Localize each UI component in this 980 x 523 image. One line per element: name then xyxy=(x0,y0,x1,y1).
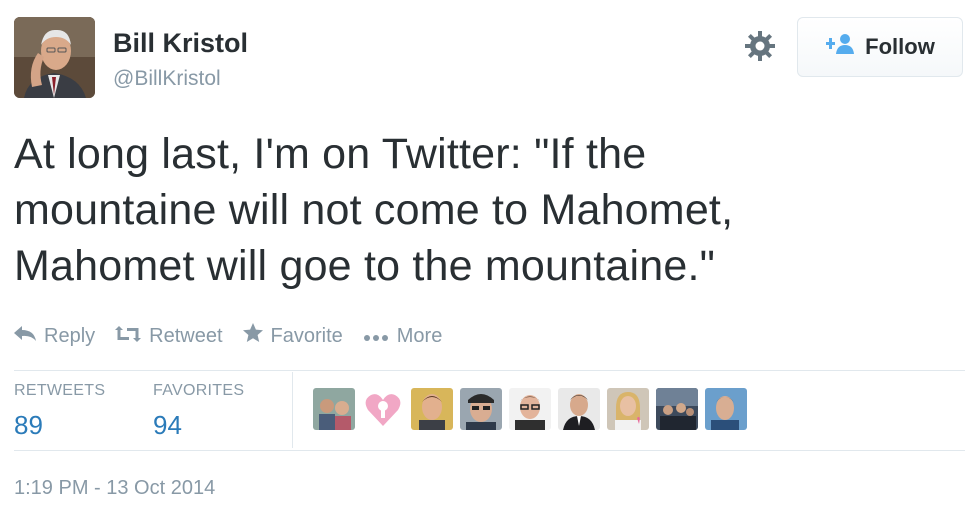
reply-icon xyxy=(14,325,36,348)
retweets-stat[interactable]: RETWEETS 89 xyxy=(14,382,105,441)
follow-person-icon xyxy=(825,33,855,61)
more-dots-icon xyxy=(363,325,389,348)
user-display-name[interactable]: Bill Kristol xyxy=(113,28,248,59)
favorites-label: FAVORITES xyxy=(153,382,245,399)
more-button[interactable]: More xyxy=(363,324,443,348)
user-handle[interactable]: @BillKristol xyxy=(113,67,221,91)
retweet-label: Retweet xyxy=(149,324,223,347)
favorite-star-icon xyxy=(242,323,263,349)
favoriters-avatars xyxy=(313,388,747,430)
stats-divider xyxy=(292,372,293,448)
tweet-text-line: mountaine will not come to Mahomet, xyxy=(14,186,734,234)
favoriter-avatar[interactable] xyxy=(558,388,600,430)
tweet-actions: Reply Retweet Favorite More xyxy=(14,323,462,349)
favoriter-avatar[interactable] xyxy=(705,388,747,430)
favorites-stat[interactable]: FAVORITES 94 xyxy=(153,382,244,441)
retweets-count[interactable]: 89 xyxy=(14,410,105,441)
favoriter-avatar[interactable] xyxy=(313,388,355,430)
retweet-button[interactable]: Retweet xyxy=(115,324,223,348)
favorite-button[interactable]: Favorite xyxy=(242,323,343,349)
retweets-label: RETWEETS xyxy=(14,382,106,399)
more-label: More xyxy=(396,324,443,347)
gear-icon[interactable] xyxy=(744,30,776,62)
divider xyxy=(14,370,965,371)
favoriter-avatar[interactable] xyxy=(509,388,551,430)
reply-label: Reply xyxy=(44,324,96,347)
tweet-text-line: At long last, I'm on Twitter: "If the xyxy=(14,130,647,178)
follow-button[interactable]: Follow xyxy=(797,17,963,77)
reply-button[interactable]: Reply xyxy=(14,325,95,348)
divider xyxy=(14,450,965,451)
profile-avatar[interactable] xyxy=(14,17,95,98)
tweet-timestamp[interactable]: 1:19 PM - 13 Oct 2014 xyxy=(14,477,215,500)
favoriter-avatar[interactable] xyxy=(656,388,698,430)
favorite-label: Favorite xyxy=(270,324,343,347)
favoriter-avatar[interactable] xyxy=(460,388,502,430)
favoriter-avatar[interactable] xyxy=(411,388,453,430)
retweet-icon xyxy=(115,325,142,348)
tweet-text-line: Mahomet will goe to the mountaine." xyxy=(14,242,716,290)
favorites-count[interactable]: 94 xyxy=(153,410,244,441)
favoriter-avatar[interactable] xyxy=(362,388,404,430)
tweet-text: At long last, I'm on Twitter: "If the mo… xyxy=(14,126,914,294)
follow-button-label: Follow xyxy=(865,34,935,59)
favoriter-avatar[interactable] xyxy=(607,388,649,430)
